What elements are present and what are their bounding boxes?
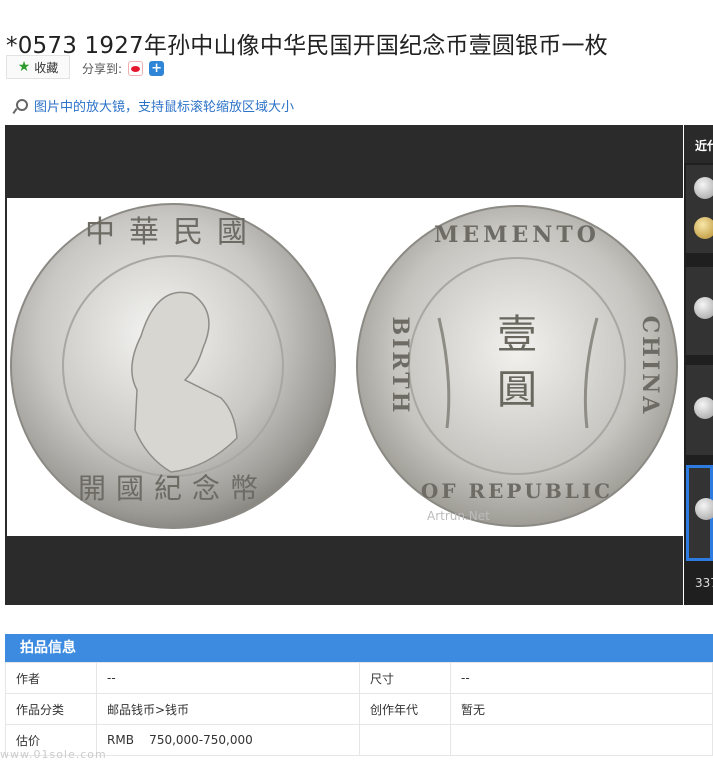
- magnifier-hint-text: 图片中的放大镜，支持鼠标滚轮缩放区域大小: [34, 100, 295, 115]
- reverse-center-bottom: 圓: [497, 367, 537, 413]
- image-viewer: 中華民國 開國紀念幣 MEMENTO 壹 圓 BIRTH CHINA OF RE…: [5, 125, 685, 605]
- weibo-share-icon[interactable]: [128, 61, 144, 76]
- obverse-top-text: 中華民國: [85, 215, 261, 250]
- footer-watermark: www.01sole.com: [0, 748, 107, 761]
- thumbnail-item[interactable]: [686, 165, 713, 253]
- coin-image: 中華民國 開國紀念幣 MEMENTO 壹 圓 BIRTH CHINA OF RE…: [10, 203, 678, 529]
- value-estimate: RMB 750,000-750,000: [96, 724, 360, 756]
- lot-info-table: 作者 -- 尺寸 -- 作品分类 邮品钱币>钱币 创作年代 暂无 估价 RMB …: [5, 662, 713, 756]
- thumbnail-item-selected[interactable]: [686, 465, 713, 561]
- value-size: --: [450, 662, 713, 694]
- image-watermark: Artrun.Net: [427, 509, 490, 523]
- star-icon: ★: [17, 59, 31, 75]
- value-category: 邮品钱币>钱币: [96, 693, 360, 725]
- lot-info-panel: 拍品信息 作者 -- 尺寸 -- 作品分类 邮品钱币>钱币 创作年代 暂无 估价…: [5, 634, 713, 756]
- table-row: 估价 RMB 750,000-750,000: [5, 724, 713, 756]
- image-count: 337: [695, 576, 713, 590]
- table-row: 作品分类 邮品钱币>钱币 创作年代 暂无: [5, 693, 713, 725]
- reverse-center-top: 壹: [497, 312, 537, 358]
- label-category: 作品分类: [5, 693, 97, 725]
- thumbnail-item[interactable]: [686, 365, 713, 455]
- favorite-button[interactable]: ★ 收藏: [6, 55, 70, 79]
- lot-info-heading: 拍品信息: [5, 634, 713, 662]
- table-row: 作者 -- 尺寸 --: [5, 662, 713, 694]
- reverse-right-text: CHINA: [637, 316, 663, 417]
- more-share-icon[interactable]: +: [149, 61, 165, 76]
- share-label: 分享到:: [82, 62, 123, 76]
- value-year: 暂无: [450, 693, 713, 725]
- reverse-left-text: BIRTH: [387, 317, 413, 416]
- share-bar: 分享到: +: [82, 60, 165, 77]
- magnifier-icon: [12, 98, 28, 114]
- thumbnail-strip: 近代 337: [684, 125, 713, 605]
- coin-photo[interactable]: 中華民國 開國紀念幣 MEMENTO 壹 圓 BIRTH CHINA OF RE…: [7, 198, 685, 536]
- label-empty: [359, 724, 451, 756]
- page-title: *0573 1927年孙中山像中华民国开国纪念币壹圆银币一枚: [6, 33, 608, 59]
- label-author: 作者: [5, 662, 97, 694]
- value-empty: [450, 724, 713, 756]
- value-author: --: [96, 662, 360, 694]
- label-year: 创作年代: [359, 693, 451, 725]
- thumbs-title: 近代: [684, 125, 713, 163]
- reverse-top-text: MEMENTO: [434, 222, 600, 248]
- magnifier-hint: 图片中的放大镜，支持鼠标滚轮缩放区域大小: [12, 96, 294, 115]
- thumbnail-item[interactable]: [686, 267, 713, 355]
- reverse-bottom-text: OF REPUBLIC: [421, 479, 613, 503]
- favorite-label: 收藏: [34, 60, 59, 75]
- obverse-bottom-text: 開國紀念幣: [78, 472, 268, 505]
- label-size: 尺寸: [359, 662, 451, 694]
